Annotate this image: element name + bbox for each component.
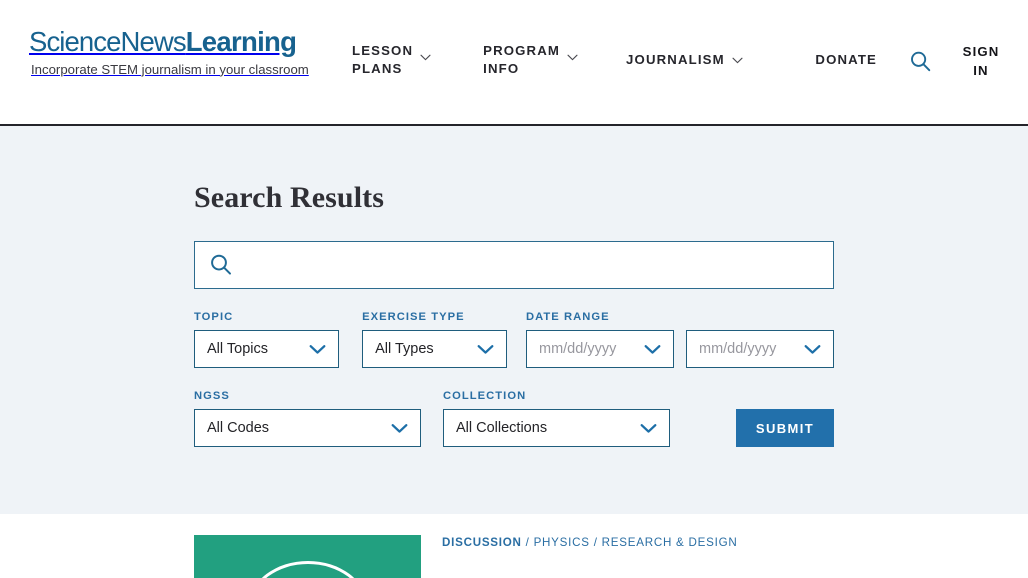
topic-select[interactable]: All Topics	[194, 330, 339, 368]
result-kicker: DISCUSSION / PHYSICS / RESEARCH & DESIGN	[442, 536, 737, 549]
sign-in-button[interactable]: SIGN IN	[958, 42, 1004, 80]
donate-button[interactable]: DONATE	[815, 51, 877, 69]
ngss-field: NGSS All Codes	[194, 390, 421, 447]
chevron-down-icon	[567, 54, 578, 61]
nav-item-program-info[interactable]: PROGRAM INFO	[483, 42, 578, 78]
exercise-type-selected-value: All Types	[375, 341, 434, 357]
chevron-down-icon	[391, 423, 408, 434]
nav-item-journalism[interactable]: JOURNALISM	[626, 42, 743, 69]
chevron-down-icon	[640, 423, 657, 434]
ngss-select[interactable]: All Codes	[194, 409, 421, 447]
search-results-list: DISCUSSION / PHYSICS / RESEARCH & DESIGN	[0, 514, 1028, 578]
chevron-down-icon	[477, 344, 494, 355]
date-range-field: DATE RANGE mm/dd/yyyy mm/dd/yyyy	[526, 311, 834, 368]
thumbnail-arc-decoration	[248, 561, 367, 578]
submit-button[interactable]: SUBMIT	[736, 409, 834, 447]
date-end-input[interactable]: mm/dd/yyyy	[686, 330, 834, 368]
date-range-label: DATE RANGE	[526, 311, 610, 323]
result-thumbnail[interactable]	[194, 535, 421, 578]
nav-item-journalism-label: JOURNALISM	[626, 52, 725, 67]
site-logo: ScienceNewsLearning	[29, 28, 349, 56]
chevron-down-icon	[732, 57, 743, 64]
header-actions: DONATE SIGN IN	[815, 42, 1004, 80]
nav-item-lesson-plans-label: LESSON PLANS	[352, 43, 414, 76]
search-icon	[209, 253, 233, 277]
exercise-type-field: EXERCISE TYPE All Types	[362, 311, 508, 368]
collection-field: COLLECTION All Collections	[443, 390, 670, 447]
brand-home-link[interactable]: ScienceNewsLearning Incorporate STEM jou…	[29, 28, 349, 78]
search-filter-panel: Search Results TOPIC All Topics EXERCISE…	[0, 126, 1028, 514]
filter-row-primary: TOPIC All Topics EXERCISE TYPE All Types	[194, 311, 834, 368]
logo-text-light: ScienceNews	[29, 26, 187, 57]
topic-selected-value: All Topics	[207, 341, 268, 357]
chevron-down-icon	[804, 344, 821, 355]
topic-field: TOPIC All Topics	[194, 311, 339, 368]
filter-row-secondary: NGSS All Codes COLLECTION All Collection…	[194, 390, 834, 447]
collection-label: COLLECTION	[443, 390, 527, 402]
result-item[interactable]: DISCUSSION / PHYSICS / RESEARCH & DESIGN	[194, 514, 834, 578]
kicker-separator: /	[589, 536, 602, 549]
logo-text-bold: Learning	[185, 26, 297, 57]
exercise-type-select[interactable]: All Types	[362, 330, 508, 368]
chevron-down-icon	[420, 54, 431, 61]
primary-navigation: LESSON PLANS PROGRAM INFO JOURNALISM	[352, 42, 743, 78]
chevron-down-icon	[644, 344, 661, 355]
site-header: ScienceNewsLearning Incorporate STEM jou…	[0, 0, 1028, 126]
date-start-placeholder: mm/dd/yyyy	[539, 341, 617, 357]
nav-item-lesson-plans[interactable]: LESSON PLANS	[352, 42, 431, 78]
search-icon[interactable]	[909, 50, 932, 73]
collection-selected-value: All Collections	[456, 420, 548, 436]
search-input[interactable]	[241, 243, 819, 287]
exercise-type-label: EXERCISE TYPE	[362, 311, 465, 323]
result-category-physics[interactable]: PHYSICS	[534, 536, 590, 549]
collection-select[interactable]: All Collections	[443, 409, 670, 447]
kicker-separator: /	[521, 536, 534, 549]
search-box[interactable]	[194, 241, 834, 289]
ngss-selected-value: All Codes	[207, 420, 270, 436]
topic-label: TOPIC	[194, 311, 234, 323]
result-category-discussion[interactable]: DISCUSSION	[442, 536, 522, 549]
result-meta: DISCUSSION / PHYSICS / RESEARCH & DESIGN	[442, 535, 737, 578]
date-range-group: mm/dd/yyyy mm/dd/yyyy	[526, 330, 834, 368]
nav-item-program-info-label: PROGRAM INFO	[483, 43, 561, 76]
page-title: Search Results	[194, 181, 385, 214]
chevron-down-icon	[309, 344, 326, 355]
date-start-input[interactable]: mm/dd/yyyy	[526, 330, 674, 368]
date-end-placeholder: mm/dd/yyyy	[699, 341, 777, 357]
brand-tagline: Incorporate STEM journalism in your clas…	[31, 61, 309, 77]
result-category-research-design[interactable]: RESEARCH & DESIGN	[602, 536, 738, 549]
ngss-label: NGSS	[194, 390, 230, 402]
